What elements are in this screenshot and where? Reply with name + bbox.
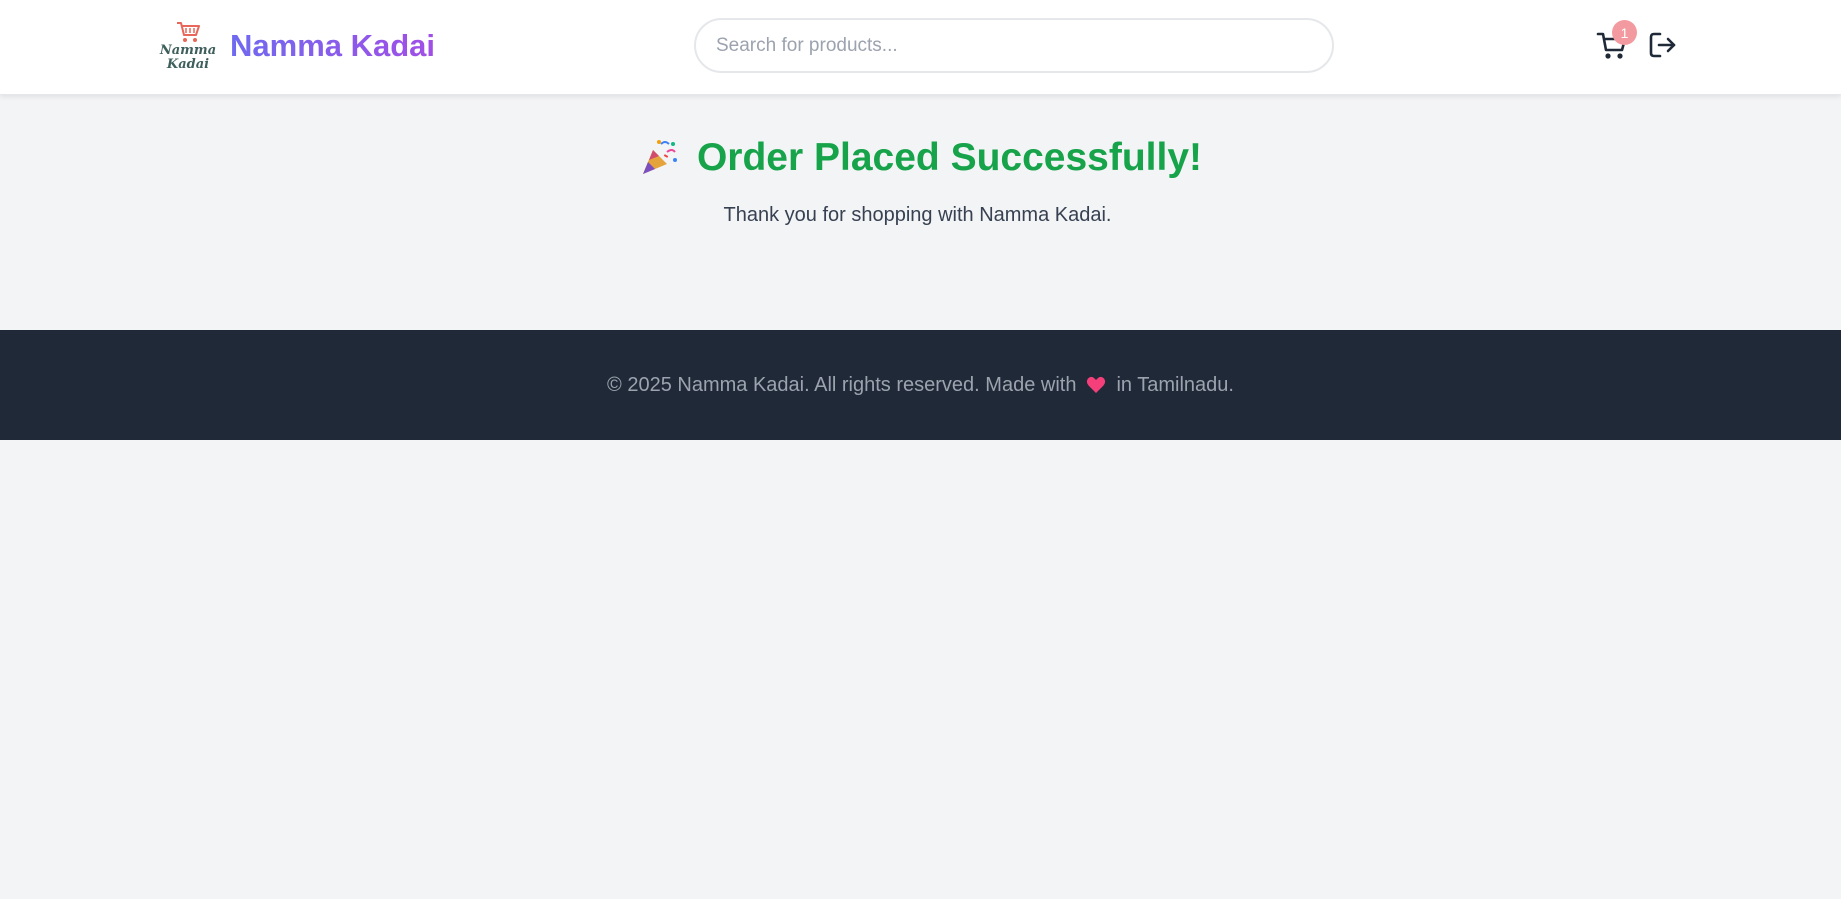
party-popper-icon [642,140,677,174]
logo: Namma Kadai [160,16,216,76]
logo-text-line1: Namma [159,43,217,58]
brand-name: Namma Kadai [230,28,436,63]
footer-copyright: © 2025 Namma Kadai. All rights reserved.… [607,374,1234,397]
shopping-basket-icon [177,22,200,42]
logout-icon [1649,32,1676,58]
thank-you-message: Thank you for shopping with Namma Kadai. [723,204,1112,226]
footer: © 2025 Namma Kadai. All rights reserved.… [0,330,1841,440]
footer-text-start: © 2025 Namma Kadai. All rights reserved.… [607,373,1077,396]
search-bar [694,18,1334,73]
brand-link[interactable]: Namma Kadai Namma Kadai [160,16,435,76]
page-title: Order Placed Successfully! [696,136,1203,179]
footer-text-end: in Tamilnadu. [1116,373,1234,396]
logo-text-line2: Kadai [166,57,210,72]
confirmation-heading: Order Placed Successfully! [0,136,1841,180]
logout-button[interactable] [1648,30,1678,60]
search-input[interactable] [694,18,1334,73]
heart-icon [1087,376,1106,393]
top-navbar: Namma Kadai Namma Kadai 1 [0,0,1841,95]
order-confirmation: Order Placed Successfully! Thank you for… [0,96,1841,330]
cart-count-badge: 1 [1612,20,1637,45]
